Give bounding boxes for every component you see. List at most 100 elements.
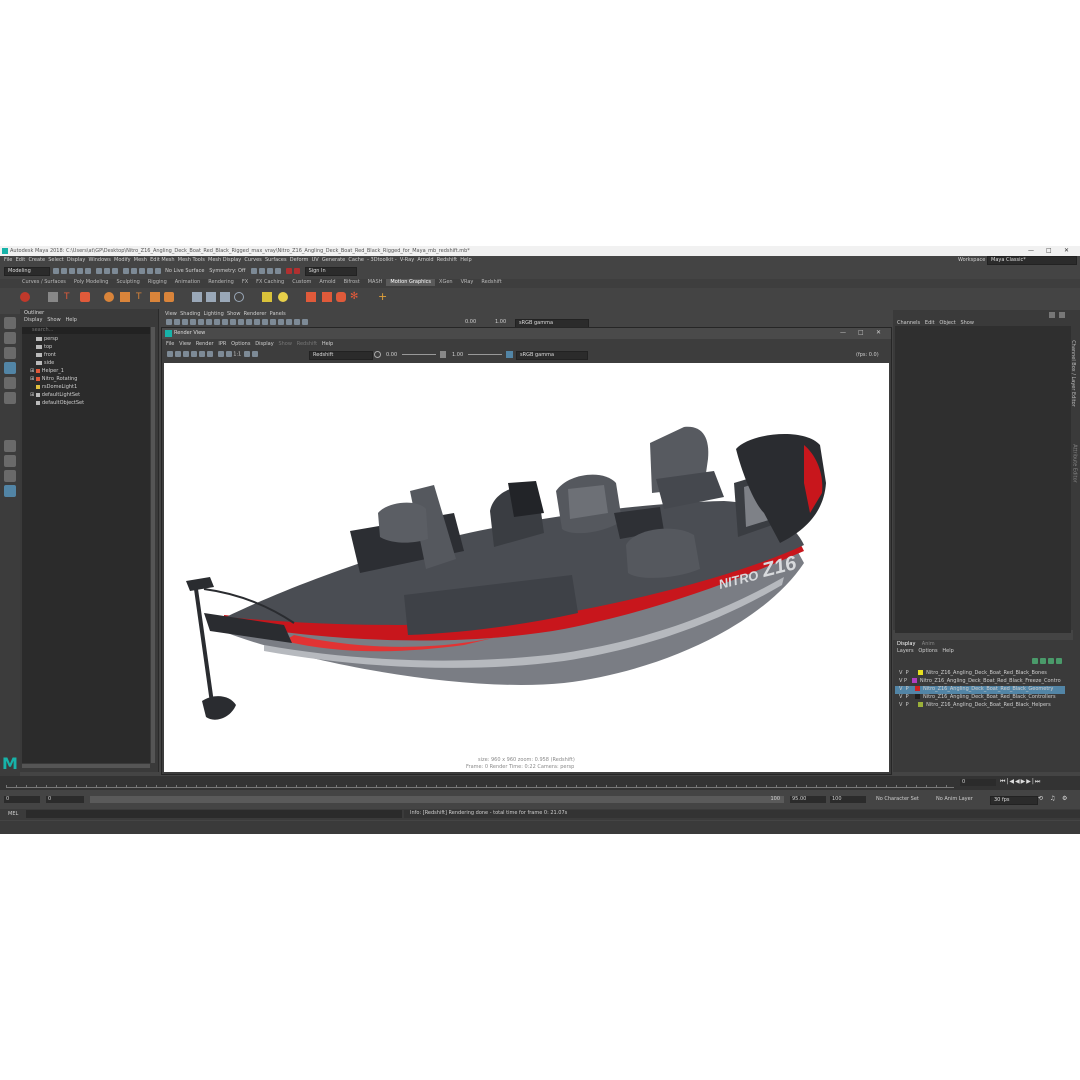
viewport-menu-lighting[interactable]: Lighting <box>204 311 224 317</box>
outliner-item[interactable]: defaultObjectSet <box>36 400 84 407</box>
paint-select-icon[interactable] <box>4 347 16 359</box>
gamma-slider[interactable] <box>468 354 502 355</box>
character-set-select[interactable]: No Character Set <box>876 796 919 803</box>
lights-icon[interactable] <box>262 319 268 325</box>
outliner-item[interactable]: side <box>36 360 54 367</box>
playback-end-field[interactable]: 95.00 <box>790 796 826 803</box>
gamma-value[interactable]: 1.00 <box>452 352 463 359</box>
rv-minimize-button[interactable]: — <box>840 329 846 336</box>
shelf-tab-rendering[interactable]: Rendering <box>204 279 238 286</box>
smooth-shade-icon[interactable] <box>246 319 252 325</box>
influence-icon[interactable] <box>206 292 216 302</box>
rv-close-button[interactable]: ✕ <box>876 329 881 336</box>
workspace-select[interactable]: Maya Classic* <box>987 256 1077 265</box>
viewport-menu-shading[interactable]: Shading <box>180 311 200 317</box>
layer-row[interactable]: V P Nitro_Z16_Angling_Deck_Boat_Red_Blac… <box>895 670 1065 678</box>
viewport-menu-view[interactable]: View <box>165 311 177 317</box>
wireframe-icon[interactable] <box>238 319 244 325</box>
viewport-menu-panels[interactable]: Panels <box>270 311 286 317</box>
outliner-item[interactable]: ⊞ Nitro_Rotating <box>30 376 77 383</box>
mash-network-icon[interactable] <box>20 292 30 302</box>
textured-icon[interactable] <box>254 319 260 325</box>
float-panel-icon[interactable] <box>1049 312 1055 318</box>
film-gate-icon[interactable] <box>198 319 204 325</box>
select-hierarchy-icon[interactable] <box>95 267 102 274</box>
offset-icon[interactable] <box>104 292 114 302</box>
ipr-render-icon[interactable] <box>259 267 266 274</box>
anim-layer-select[interactable]: No Anim Layer <box>936 796 973 803</box>
channel-box-tab[interactable]: Channel Box / Layer Editor <box>1069 340 1076 407</box>
menu-deform[interactable]: Deform <box>290 257 309 263</box>
shelf-tab-arnold[interactable]: Arnold <box>315 279 339 286</box>
fps-select[interactable]: 30 fps <box>990 796 1038 805</box>
outliner-item[interactable]: ⊞ Helper_1 <box>30 368 64 375</box>
rv-menu-help[interactable]: Help <box>322 341 333 347</box>
xray-icon[interactable] <box>302 319 308 325</box>
rv-maximize-button[interactable]: □ <box>858 329 864 336</box>
move-layer-down-icon[interactable] <box>1040 658 1046 664</box>
menu-mesh[interactable]: Mesh <box>134 257 147 263</box>
viewport-menu-renderer[interactable]: Renderer <box>244 311 267 317</box>
shadows-icon[interactable] <box>270 319 276 325</box>
distribute-icon[interactable] <box>80 292 90 302</box>
command-input[interactable] <box>26 810 402 818</box>
close-panel-icon[interactable] <box>1059 312 1065 318</box>
dynamics-icon[interactable] <box>306 292 316 302</box>
menu-modify[interactable]: Modify <box>114 257 131 263</box>
outliner-menu-display[interactable]: Display <box>24 317 42 323</box>
fit-icon[interactable] <box>243 351 250 357</box>
region-icon[interactable] <box>191 351 197 357</box>
layer-tab-display[interactable]: Display <box>897 641 915 647</box>
zoom-label[interactable]: 1:1 <box>233 352 241 358</box>
layer-row[interactable]: V P Nitro_Z16_Angling_Deck_Boat_Red_Blac… <box>895 678 1065 686</box>
single-perspective-layout-icon[interactable] <box>4 440 16 452</box>
new-scene-icon[interactable] <box>52 267 59 274</box>
move-tool-icon[interactable] <box>4 362 16 374</box>
start-time-field[interactable]: 0 <box>4 796 40 803</box>
move-layer-up-icon[interactable] <box>1032 658 1038 664</box>
loop-icon[interactable]: ⟲ <box>1038 795 1043 802</box>
render-frame-icon[interactable] <box>251 267 258 274</box>
select-tool-icon[interactable] <box>4 317 16 329</box>
mash-list-icon[interactable] <box>48 292 58 302</box>
close-button[interactable]: ✕ <box>1064 247 1069 254</box>
shelf-tab-xgen[interactable]: XGen <box>435 279 457 286</box>
menu-create[interactable]: Create <box>28 257 45 263</box>
redo-icon[interactable] <box>84 267 91 274</box>
live-surface-label[interactable]: No Live Surface <box>165 268 204 274</box>
visibility-icon[interactable] <box>262 292 272 302</box>
colorspace-select[interactable]: sRGB gamma <box>516 351 588 360</box>
trails-icon[interactable] <box>336 292 346 302</box>
renderer-select[interactable]: Redshift <box>309 351 373 360</box>
rotate-tool-icon[interactable] <box>4 377 16 389</box>
remove-image-icon[interactable] <box>207 351 213 357</box>
outliner-menu-show[interactable]: Show <box>47 317 61 323</box>
menu-windows[interactable]: Windows <box>89 257 111 263</box>
menu-surfaces[interactable]: Surfaces <box>265 257 287 263</box>
menu-set-select[interactable]: Modeling <box>4 267 50 276</box>
four-view-layout-icon[interactable] <box>4 455 16 467</box>
new-layer-selected-icon[interactable] <box>1056 658 1062 664</box>
menu-generate[interactable]: Generate <box>322 257 345 263</box>
rv-menu-view[interactable]: View <box>179 341 191 347</box>
bookmark-icon[interactable] <box>174 319 180 325</box>
minimize-button[interactable]: — <box>1028 247 1034 254</box>
shelf-tab-poly-modeling[interactable]: Poly Modeling <box>70 279 113 286</box>
rv-menu-options[interactable]: Options <box>231 341 250 347</box>
layer-options-menu[interactable]: Options <box>918 648 937 654</box>
rs-ipr-icon[interactable] <box>294 267 301 274</box>
menu-uv[interactable]: UV <box>312 257 319 263</box>
menu-arnold[interactable]: Arnold <box>417 257 433 263</box>
menu-curves[interactable]: Curves <box>244 257 261 263</box>
new-layer-icon[interactable] <box>1048 658 1054 664</box>
menu-select[interactable]: Select <box>48 257 63 263</box>
save-scene-icon[interactable] <box>68 267 75 274</box>
layer-row[interactable]: V P Nitro_Z16_Angling_Deck_Boat_Red_Blac… <box>895 702 1065 710</box>
lasso-tool-icon[interactable] <box>4 332 16 344</box>
playback-controls[interactable]: ⏮|◀◀▶▶|⏭ <box>1000 778 1041 785</box>
shelf-tab-redshift[interactable]: Redshift <box>477 279 505 286</box>
preferences-icon[interactable]: ⚙ <box>1062 795 1067 802</box>
redo-render-icon[interactable] <box>167 351 173 357</box>
select-component-icon[interactable] <box>111 267 118 274</box>
snap-surface-icon[interactable] <box>154 267 161 274</box>
